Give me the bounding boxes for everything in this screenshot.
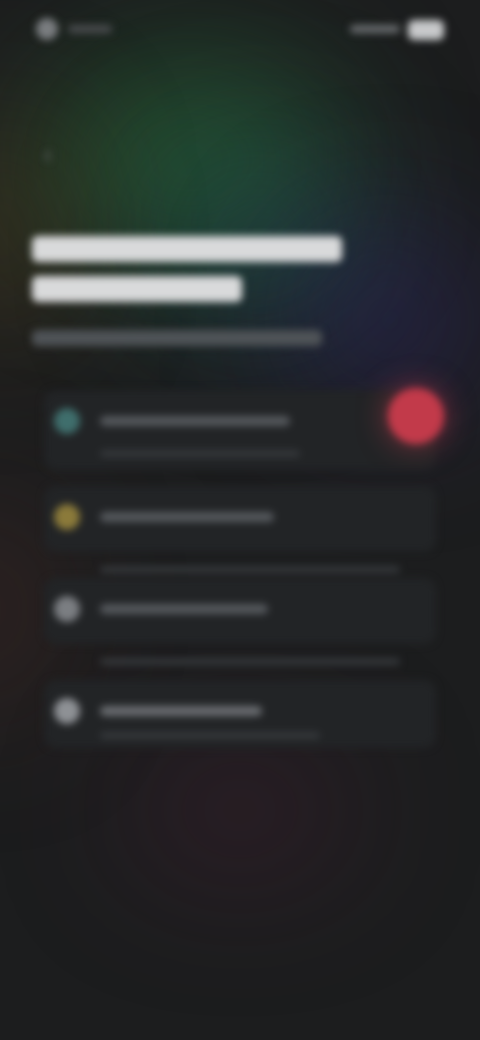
page-title-line-1 bbox=[32, 236, 342, 262]
page-subtitle bbox=[32, 330, 322, 346]
list-item-title bbox=[100, 512, 274, 522]
list-item-subtitle bbox=[100, 450, 300, 457]
blurred-content: ‹ bbox=[0, 0, 480, 1040]
list-item-subtitle bbox=[100, 658, 400, 665]
arrow-left-icon[interactable]: ‹ bbox=[34, 139, 62, 169]
status-time bbox=[68, 25, 112, 33]
list-item[interactable] bbox=[44, 680, 436, 748]
page-title bbox=[32, 236, 362, 316]
item-icon-light bbox=[54, 698, 80, 724]
list-item-title bbox=[100, 416, 290, 426]
list-item-subtitle bbox=[100, 566, 400, 573]
page-title-line-2 bbox=[32, 276, 242, 302]
list-item[interactable] bbox=[44, 390, 436, 470]
status-signal-icon bbox=[350, 25, 400, 33]
battery-icon bbox=[408, 20, 444, 40]
item-icon-teal bbox=[54, 408, 80, 434]
status-bar bbox=[0, 0, 480, 56]
record-button[interactable] bbox=[388, 388, 444, 444]
list-item[interactable] bbox=[44, 486, 436, 573]
list-item-title bbox=[100, 706, 262, 716]
list-item[interactable] bbox=[44, 578, 436, 665]
item-icon-gray bbox=[54, 596, 80, 622]
list-item-subtitle bbox=[100, 732, 320, 739]
status-camera-icon bbox=[36, 18, 58, 40]
app-screen: ‹ bbox=[0, 0, 480, 1040]
item-icon-amber bbox=[54, 504, 80, 530]
list-item-title bbox=[100, 604, 268, 614]
